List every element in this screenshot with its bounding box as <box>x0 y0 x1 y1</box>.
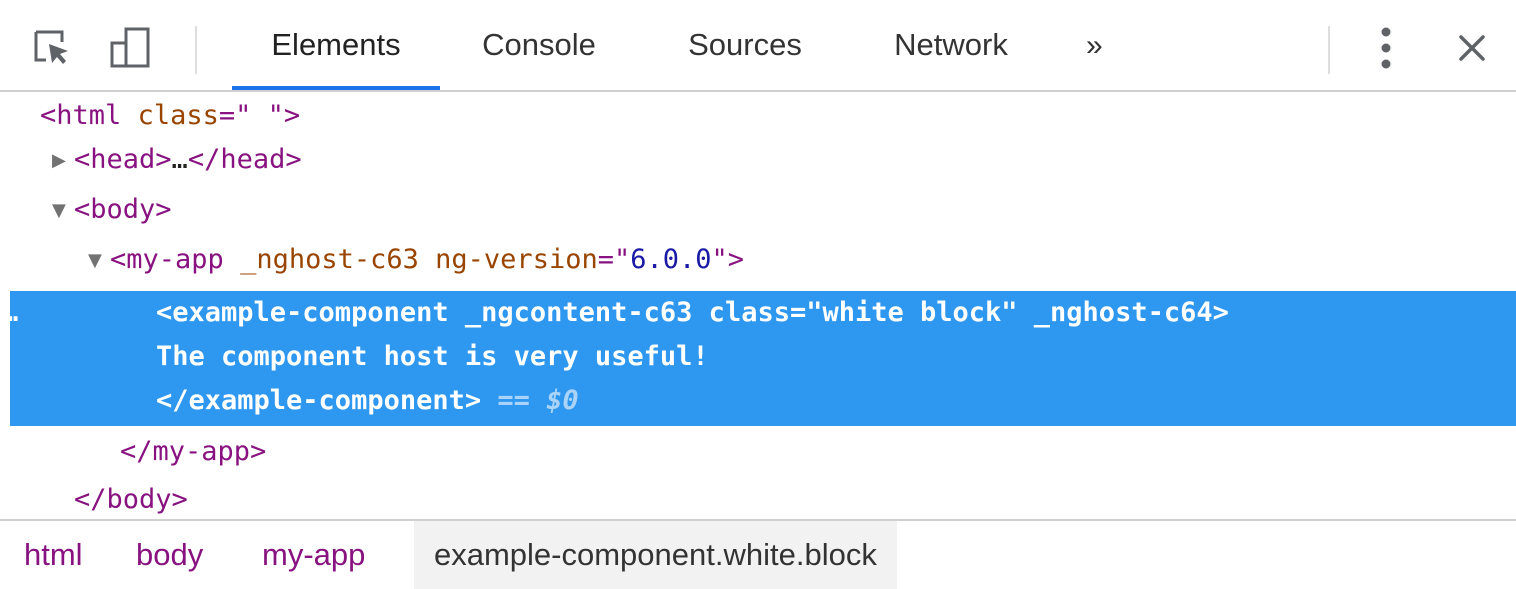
tab-console[interactable]: Console <box>454 0 624 90</box>
tab-sources[interactable]: Sources <box>660 0 830 90</box>
selected-line-text: The component host is very useful! <box>156 341 709 372</box>
device-toolbar-icon[interactable] <box>108 24 152 72</box>
my-app-attr-eq: =" <box>597 244 631 275</box>
my-app-tag-name: my-app <box>126 244 224 275</box>
my-app-attr-nghost: _nghost-c63 <box>240 244 419 275</box>
tree-node-head[interactable]: ▶ <head>…</head> <box>52 138 1516 182</box>
tree-node-body[interactable]: ▼ <body> <box>52 188 1516 232</box>
collapse-triangle-icon[interactable]: ▼ <box>88 239 110 283</box>
devtools-toolbar: Elements Console Sources Network » <box>0 0 1516 92</box>
expand-triangle-icon[interactable]: ▶ <box>52 139 74 183</box>
more-tabs-button[interactable]: » <box>1086 0 1103 92</box>
tree-node-body-close[interactable]: </body> <box>74 478 1516 519</box>
head-collapsed-ellipsis: … <box>171 144 188 175</box>
inspect-element-icon[interactable] <box>30 24 74 72</box>
breadcrumb-my-app[interactable]: my-app <box>262 521 365 589</box>
selected-node-highlight[interactable]: <example-component _ngcontent-c63 class=… <box>10 291 1516 426</box>
selected-line-open-tag: <example-component _ngcontent-c63 class=… <box>156 297 1229 328</box>
html-tag-name: html <box>56 100 122 131</box>
collapse-triangle-icon[interactable]: ▼ <box>52 189 74 233</box>
dom-tree: <html class=" "> ▶ <head>…</head> ▼ <body>… <box>0 92 1516 519</box>
my-app-attr-ng-version: ng-version <box>435 244 598 275</box>
toolbar-divider-right <box>1328 26 1330 74</box>
my-app-open-end: "> <box>711 244 745 275</box>
console-ref-dollar0: $0 <box>546 385 579 416</box>
console-ref-marker: == $0 <box>481 385 579 416</box>
my-app-close-tag: </my-app> <box>120 436 267 467</box>
head-open-tag: <head> <box>74 144 172 175</box>
breadcrumb-example-component[interactable]: example-component.white.block <box>414 521 897 589</box>
tree-node-my-app[interactable]: ▼ <my-app _nghost-c63 ng-version="6.0.0"> <box>88 238 1516 282</box>
my-app-open-lt: < <box>110 244 127 275</box>
close-icon[interactable] <box>1444 20 1500 76</box>
vertical-dots-icon[interactable] <box>1358 20 1414 76</box>
body-open-tag: <body> <box>74 194 172 225</box>
html-attr-value <box>251 100 267 131</box>
node-actions-ellipsis[interactable]: … <box>0 291 42 335</box>
tree-node-html[interactable]: <html class=" "> <box>40 94 1516 138</box>
head-close-tag: </head> <box>187 144 302 175</box>
tree-node-my-app-close[interactable]: </my-app> <box>120 430 1516 474</box>
toolbar-divider <box>195 26 197 74</box>
selected-line-close-tag: </example-component> == $0 <box>156 379 1516 423</box>
breadcrumb-body[interactable]: body <box>136 521 203 589</box>
html-attr-eq: =" <box>218 100 252 131</box>
tab-network[interactable]: Network <box>866 0 1036 90</box>
breadcrumb: html body my-app example-component.white… <box>0 519 1516 589</box>
console-ref-eq: == <box>481 385 547 416</box>
body-close-tag: </body> <box>74 484 188 515</box>
html-open-end: "> <box>267 100 301 131</box>
html-attr-class: class <box>137 100 219 131</box>
selected-close-tag: </example-component> <box>156 385 482 416</box>
my-app-attr-value: 6.0.0 <box>630 244 712 275</box>
html-open-lt: < <box>40 100 57 131</box>
tab-elements[interactable]: Elements <box>232 0 440 90</box>
breadcrumb-html[interactable]: html <box>24 521 83 589</box>
